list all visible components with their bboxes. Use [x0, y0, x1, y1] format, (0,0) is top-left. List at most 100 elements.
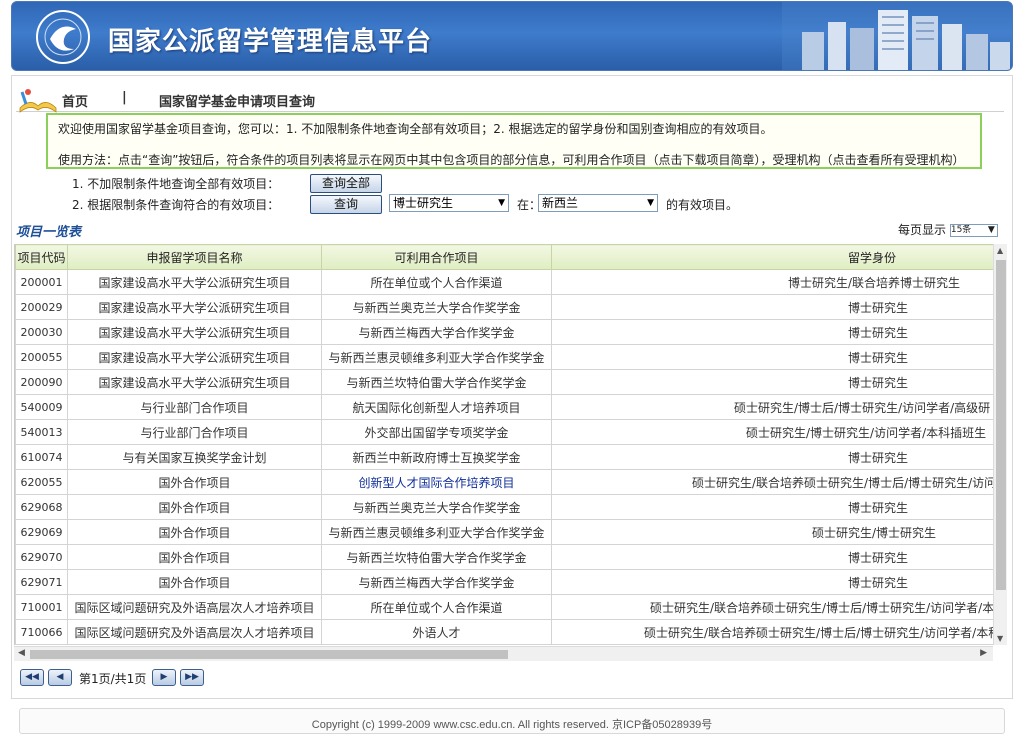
csc-logo-icon	[36, 10, 90, 64]
header-banner: 国家公派留学管理信息平台	[11, 1, 1013, 71]
breadcrumb: 首页 | 国家留学基金申请项目查询	[16, 86, 1004, 113]
table-header-row: 项目代码 申报留学项目名称 可利用合作项目 留学身份	[15, 244, 993, 270]
table-row: 629070 国外合作项目 与新西兰坎特伯雷大学合作奖学金 博士研究生	[15, 544, 993, 570]
per-page-select[interactable]: 15条 ▼	[949, 224, 998, 237]
cooperation-project-link[interactable]: 外交部出国留学专项奖学金	[321, 419, 552, 445]
list-heading: 项目一览表	[16, 225, 82, 240]
study-identity-cell: 博士研究生	[551, 369, 993, 395]
horizontal-scroll-thumb[interactable]	[30, 650, 508, 659]
project-code-cell: 629069	[15, 519, 68, 545]
cooperation-project-link[interactable]: 与新西兰惠灵顿维多利亚大学合作奖学金	[321, 519, 552, 545]
project-name-cell: 国外合作项目	[67, 519, 322, 545]
study-identity-cell: 博士研究生	[551, 444, 993, 470]
cooperation-project-link[interactable]: 创新型人才国际合作培养项目	[321, 469, 552, 495]
study-identity-cell: 博士研究生/联合培养博士研究生	[551, 269, 993, 295]
project-code-cell: 200029	[15, 294, 68, 320]
scroll-left-icon[interactable]: ◀	[18, 648, 25, 658]
breadcrumb-separator: |	[122, 90, 127, 105]
cooperation-project-link[interactable]: 所在单位或个人合作渠道	[321, 594, 552, 620]
column-header: 可利用合作项目	[321, 244, 552, 270]
project-code-cell: 620055	[15, 469, 68, 495]
project-code-cell: 610074	[15, 444, 68, 470]
project-code-cell: 710066	[15, 619, 68, 645]
open-book-icon	[19, 89, 57, 113]
cooperation-project-link[interactable]: 所在单位或个人合作渠道	[321, 269, 552, 295]
scroll-right-icon[interactable]: ▶	[980, 648, 987, 658]
table-row: 200029 国家建设高水平大学公派研究生项目 与新西兰奥克兰大学合作奖学金 博士研究…	[15, 294, 993, 320]
cooperation-project-link[interactable]: 新西兰中新政府博士互换奖学金	[321, 444, 552, 470]
study-identity-cell: 硕士研究生/联合培养硕士研究生/博士后/博士研究生/访问学者/本科插班生/联	[551, 594, 993, 620]
project-name-cell: 与行业部门合作项目	[67, 394, 322, 420]
project-name-cell: 国家建设高水平大学公派研究生项目	[67, 294, 322, 320]
column-header: 留学身份	[551, 244, 993, 270]
first-page-icon: ◀◀	[25, 672, 39, 682]
first-page-button[interactable]: ◀◀	[20, 669, 44, 686]
cooperation-project-link[interactable]: 与新西兰梅西大学合作奖学金	[321, 319, 552, 345]
study-identity-cell: 博士研究生	[551, 544, 993, 570]
copyright-text: Copyright (c) 1999-2009 www.csc.edu.cn. …	[311, 719, 713, 731]
scroll-up-icon[interactable]: ▲	[997, 246, 1003, 255]
study-identity-cell: 博士研究生	[551, 494, 993, 520]
cooperation-project-link[interactable]: 航天国际化创新型人才培养项目	[321, 394, 552, 420]
table-row: 710001 国际区域问题研究及外语高层次人才培养项目 所在单位或个人合作渠道 硕士研…	[15, 594, 993, 620]
project-name-cell: 国外合作项目	[67, 494, 322, 520]
per-page-label: 每页显示	[898, 223, 947, 237]
vertical-scrollbar[interactable]: ▲ ▼	[993, 244, 1007, 645]
usage-notice: 欢迎使用国家留学基金项目查询，您可以：1. 不加限制条件地查询全部有效项目；2.…	[46, 113, 982, 169]
identity-select[interactable]: 博士研究生 ▼	[389, 194, 509, 212]
cooperation-project-link[interactable]: 与新西兰坎特伯雷大学合作奖学金	[321, 544, 552, 570]
study-identity-cell: 硕士研究生/联合培养硕士研究生/博士后/博士研究生/访问学者/	[551, 469, 993, 495]
prev-page-button[interactable]: ◀	[48, 669, 72, 686]
table-row: 629071 国外合作项目 与新西兰梅西大学合作奖学金 博士研究生	[15, 569, 993, 595]
cooperation-project-link[interactable]: 与新西兰奥克兰大学合作奖学金	[321, 494, 552, 520]
chevron-down-icon: ▼	[647, 198, 654, 208]
last-page-button[interactable]: ▶▶	[180, 669, 204, 686]
table-row: 629068 国外合作项目 与新西兰奥克兰大学合作奖学金 博士研究生	[15, 494, 993, 520]
study-identity-cell: 硕士研究生/联合培养硕士研究生/博士后/博士研究生/访问学者/本科插班生/联合	[551, 619, 993, 645]
table-row: 629069 国外合作项目 与新西兰惠灵顿维多利亚大学合作奖学金 硕士研究生/博士研究…	[15, 519, 993, 545]
project-table: 项目代码 申报留学项目名称 可利用合作项目 留学身份 200001 国家建设高水平…	[15, 244, 993, 645]
cooperation-project-link[interactable]: 与新西兰坎特伯雷大学合作奖学金	[321, 369, 552, 395]
project-code-cell: 200090	[15, 369, 68, 395]
project-code-cell: 629071	[15, 569, 68, 595]
notice-intro: 欢迎使用国家留学基金项目查询，您可以：1. 不加限制条件地查询全部有效项目；2.…	[58, 122, 773, 136]
table-row: 620055 国外合作项目 创新型人才国际合作培养项目 硕士研究生/联合培养硕士研究生…	[15, 469, 993, 495]
column-header: 申报留学项目名称	[67, 244, 322, 270]
cooperation-project-link[interactable]: 与新西兰梅西大学合作奖学金	[321, 569, 552, 595]
project-name-cell: 国外合作项目	[67, 544, 322, 570]
project-code-cell: 710001	[15, 594, 68, 620]
chevron-down-icon: ▼	[987, 225, 995, 235]
vertical-scroll-thumb[interactable]	[996, 260, 1006, 590]
column-header: 项目代码	[15, 244, 68, 270]
per-page-value: 15条	[950, 225, 972, 235]
last-page-icon: ▶▶	[185, 672, 199, 682]
table-row: 200055 国家建设高水平大学公派研究生项目 与新西兰惠灵顿维多利亚大学合作奖学金…	[15, 344, 993, 370]
table-row: 200001 国家建设高水平大学公派研究生项目 所在单位或个人合作渠道 博士研究生/联…	[15, 269, 993, 295]
table-row: 200030 国家建设高水平大学公派研究生项目 与新西兰梅西大学合作奖学金 博士研究生	[15, 319, 993, 345]
project-name-cell: 国家建设高水平大学公派研究生项目	[67, 369, 322, 395]
project-table-container: 项目代码 申报留学项目名称 可利用合作项目 留学身份 200001 国家建设高水平…	[14, 244, 993, 645]
scroll-down-icon[interactable]: ▼	[997, 634, 1003, 643]
project-code-cell: 540009	[15, 394, 68, 420]
option1-label: 1. 不加限制条件地查询全部有效项目：	[72, 177, 280, 191]
notice-usage: 使用方法：点击“查询”按钮后，符合条件的项目列表将显示在网页中其中包含项目的部分…	[58, 153, 965, 167]
horizontal-scrollbar[interactable]: ◀ ▶	[14, 646, 993, 661]
next-page-button[interactable]: ▶	[152, 669, 176, 686]
cooperation-project-link[interactable]: 外语人才	[321, 619, 552, 645]
country-select[interactable]: 新西兰 ▼	[538, 194, 658, 212]
footer: Copyright (c) 1999-2009 www.csc.edu.cn. …	[19, 708, 1005, 734]
cooperation-project-link[interactable]: 与新西兰惠灵顿维多利亚大学合作奖学金	[321, 344, 552, 370]
breadcrumb-current-page: 国家留学基金申请项目查询	[159, 95, 316, 110]
next-page-icon: ▶	[160, 672, 168, 682]
study-identity-cell: 博士研究生	[551, 319, 993, 345]
option2-label: 2. 根据限制条件查询符合的有效项目：	[72, 198, 280, 212]
query-all-button[interactable]: 查询全部	[310, 174, 382, 193]
project-name-cell: 国际区域问题研究及外语高层次人才培养项目	[67, 594, 322, 620]
project-name-cell: 国家建设高水平大学公派研究生项目	[67, 319, 322, 345]
query-button[interactable]: 查询	[310, 195, 382, 214]
project-code-cell: 200055	[15, 344, 68, 370]
study-identity-cell: 博士研究生	[551, 294, 993, 320]
table-row: 540013 与行业部门合作项目 外交部出国留学专项奖学金 硕士研究生/博士研究生/访…	[15, 419, 993, 445]
breadcrumb-home-link[interactable]: 首页	[62, 91, 88, 110]
cooperation-project-link[interactable]: 与新西兰奥克兰大学合作奖学金	[321, 294, 552, 320]
